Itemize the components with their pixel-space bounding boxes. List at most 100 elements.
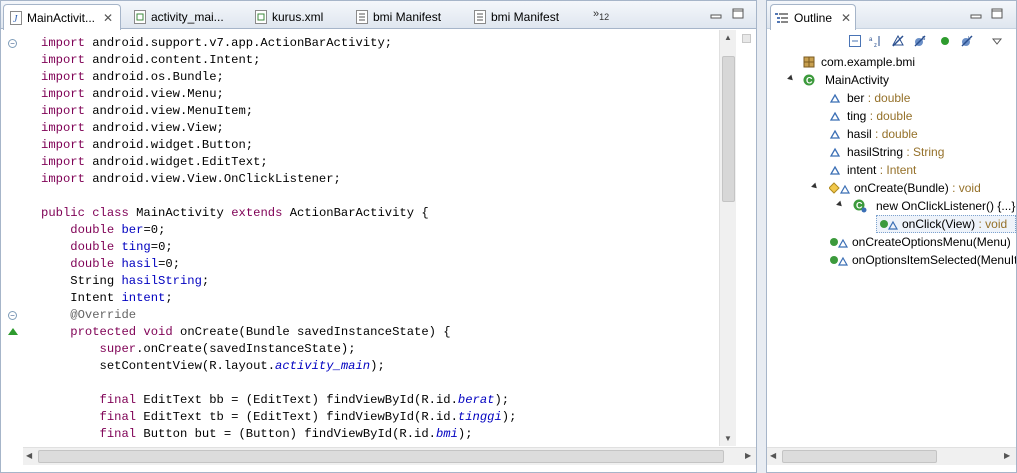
- collapse-all-icon[interactable]: [849, 35, 861, 47]
- outline-icon: [775, 12, 788, 23]
- code-line[interactable]: import android.widget.Button;: [41, 137, 253, 154]
- scroll-right-icon[interactable]: ▶: [1004, 451, 1010, 460]
- code-line[interactable]: final EditText bb = (EditText) findViewB…: [41, 392, 510, 409]
- code-line[interactable]: double hasil=0;: [41, 256, 180, 273]
- tree-item-method[interactable]: onOptionsItemSelected(MenuItem): [829, 251, 1016, 269]
- scrollbar-thumb[interactable]: [782, 450, 937, 463]
- tab-overflow-button[interactable]: »12: [593, 8, 609, 22]
- view-menu-icon[interactable]: [991, 35, 1003, 47]
- tab-mainactivity[interactable]: J MainActivit... ✕: [3, 4, 121, 30]
- field-icon: [829, 93, 841, 103]
- sort-az-icon[interactable]: az: [869, 35, 881, 47]
- scrollbar-thumb[interactable]: [38, 450, 724, 463]
- code-line[interactable]: double ber=0;: [41, 222, 165, 239]
- override-marker-icon[interactable]: [8, 328, 18, 335]
- tree-item-method-selected[interactable]: onClick(View) : void: [876, 215, 1016, 233]
- hide-local-types-icon[interactable]: L: [961, 35, 973, 47]
- tree-item-field[interactable]: intent : Intent: [829, 161, 916, 179]
- code-text: android.widget.Button;: [84, 138, 254, 152]
- expand-arrow-icon[interactable]: [811, 182, 819, 191]
- close-icon[interactable]: ✕: [103, 11, 113, 25]
- code-line[interactable]: import android.view.View.OnClickListener…: [41, 171, 341, 188]
- editor-horizontal-scrollbar[interactable]: ◀ ▶: [23, 447, 756, 465]
- hide-static-icon[interactable]: S: [914, 35, 926, 47]
- code-line[interactable]: import android.support.v7.app.ActionBarA…: [41, 35, 392, 52]
- tree-item-package[interactable]: com.example.bmi: [803, 53, 915, 71]
- tab-outline[interactable]: Outline ✕: [770, 4, 856, 30]
- svg-text:J: J: [13, 14, 18, 25]
- code-keyword: import: [41, 138, 85, 152]
- code-line[interactable]: import android.content.Intent;: [41, 52, 260, 69]
- code-line[interactable]: protected void onCreate(Bundle savedInst…: [41, 324, 450, 341]
- code-line[interactable]: final EditText tb = (EditText) findViewB…: [41, 409, 517, 426]
- scroll-right-icon[interactable]: ▶: [745, 451, 751, 460]
- tree-item-anonymous-class[interactable]: C new OnClickListener() {...}: [853, 197, 1015, 215]
- code-line[interactable]: import android.view.Menu;: [41, 86, 224, 103]
- overview-ruler: [737, 30, 756, 446]
- tree-item-field[interactable]: ting : double: [829, 107, 912, 125]
- field-type: : Intent: [879, 163, 917, 177]
- java-editor: J MainActivit... ✕ activity_mai... kurus…: [0, 0, 757, 473]
- code-text: android.widget.EditText;: [84, 155, 268, 169]
- field-type: : double: [875, 127, 918, 141]
- code-text: android.support.v7.app.ActionBarActivity…: [84, 36, 393, 50]
- code-identifier: hasilString: [121, 274, 202, 288]
- code-line[interactable]: import android.widget.EditText;: [41, 154, 268, 171]
- code-line[interactable]: Intent intent;: [41, 290, 172, 307]
- tab-bmi-manifest-2[interactable]: bmi Manifest: [468, 4, 580, 29]
- package-label: com.example.bmi: [821, 55, 916, 69]
- code-keyword: import: [41, 104, 85, 118]
- maximize-icon[interactable]: [991, 8, 1003, 19]
- fold-collapse-icon[interactable]: −: [8, 311, 17, 320]
- maximize-icon[interactable]: [732, 8, 744, 19]
- code-identifier: intent: [121, 291, 166, 305]
- tab-kurus-xml[interactable]: kurus.xml: [249, 4, 341, 29]
- manifest-file-icon: [356, 9, 368, 24]
- code-line[interactable]: import android.view.View;: [41, 120, 224, 137]
- code-identifier: ber: [121, 223, 144, 237]
- code-text: android.view.View;: [84, 121, 224, 135]
- outline-horizontal-scrollbar[interactable]: ◀ ▶: [767, 447, 1016, 465]
- code-line[interactable]: import android.view.MenuItem;: [41, 103, 253, 120]
- code-keyword: double: [70, 223, 115, 237]
- code-line[interactable]: import android.os.Bundle;: [41, 69, 224, 86]
- hide-fields-icon[interactable]: [892, 35, 904, 47]
- tree-item-method[interactable]: onCreate(Bundle) : void: [829, 179, 981, 197]
- tree-item-method[interactable]: onCreateOptionsMenu(Menu): [829, 233, 1011, 251]
- field-type: : double: [867, 91, 911, 105]
- expand-arrow-icon[interactable]: [836, 200, 844, 209]
- code-line[interactable]: public class MainActivity extends Action…: [41, 205, 429, 222]
- hide-non-public-icon[interactable]: [939, 35, 951, 47]
- code-area[interactable]: import android.support.v7.app.ActionBarA…: [23, 35, 718, 445]
- code-line[interactable]: @Override: [41, 307, 136, 324]
- code-keyword: import: [41, 36, 85, 50]
- minimize-icon[interactable]: [710, 8, 722, 19]
- code-text: MainActivity: [128, 206, 232, 220]
- scroll-down-icon[interactable]: ▼: [724, 434, 732, 443]
- field-type: : String: [906, 145, 945, 159]
- code-line[interactable]: super.onCreate(savedInstanceState);: [41, 341, 356, 358]
- tree-item-field[interactable]: ber : double: [829, 89, 910, 107]
- overflow-count: 12: [599, 12, 610, 23]
- tab-bmi-manifest-1[interactable]: bmi Manifest: [350, 4, 462, 29]
- scrollbar-thumb[interactable]: [722, 56, 735, 202]
- scroll-left-icon[interactable]: ◀: [26, 451, 32, 460]
- code-text: ;: [201, 274, 210, 288]
- scroll-up-icon[interactable]: ▲: [724, 33, 732, 42]
- fold-collapse-icon[interactable]: −: [8, 39, 17, 48]
- tab-activity-main[interactable]: activity_mai...: [128, 4, 244, 29]
- code-line[interactable]: double ting=0;: [41, 239, 172, 256]
- minimize-icon[interactable]: [970, 8, 982, 19]
- tree-item-field[interactable]: hasil : double: [829, 125, 918, 143]
- code-line[interactable]: final Button but = (Button) findViewById…: [41, 426, 473, 443]
- tree-item-class[interactable]: C MainActivity: [803, 71, 889, 89]
- expand-arrow-icon[interactable]: [787, 74, 795, 83]
- code-line[interactable]: String hasilString;: [41, 273, 209, 290]
- editor-vertical-scrollbar[interactable]: ▲ ▼: [719, 30, 736, 446]
- code-text: =0;: [143, 223, 166, 237]
- tree-item-field[interactable]: hasilString : String: [829, 143, 944, 161]
- scroll-left-icon[interactable]: ◀: [770, 451, 776, 460]
- code-line[interactable]: setContentView(R.layout.activity_main);: [41, 358, 385, 375]
- close-icon[interactable]: ✕: [841, 11, 851, 25]
